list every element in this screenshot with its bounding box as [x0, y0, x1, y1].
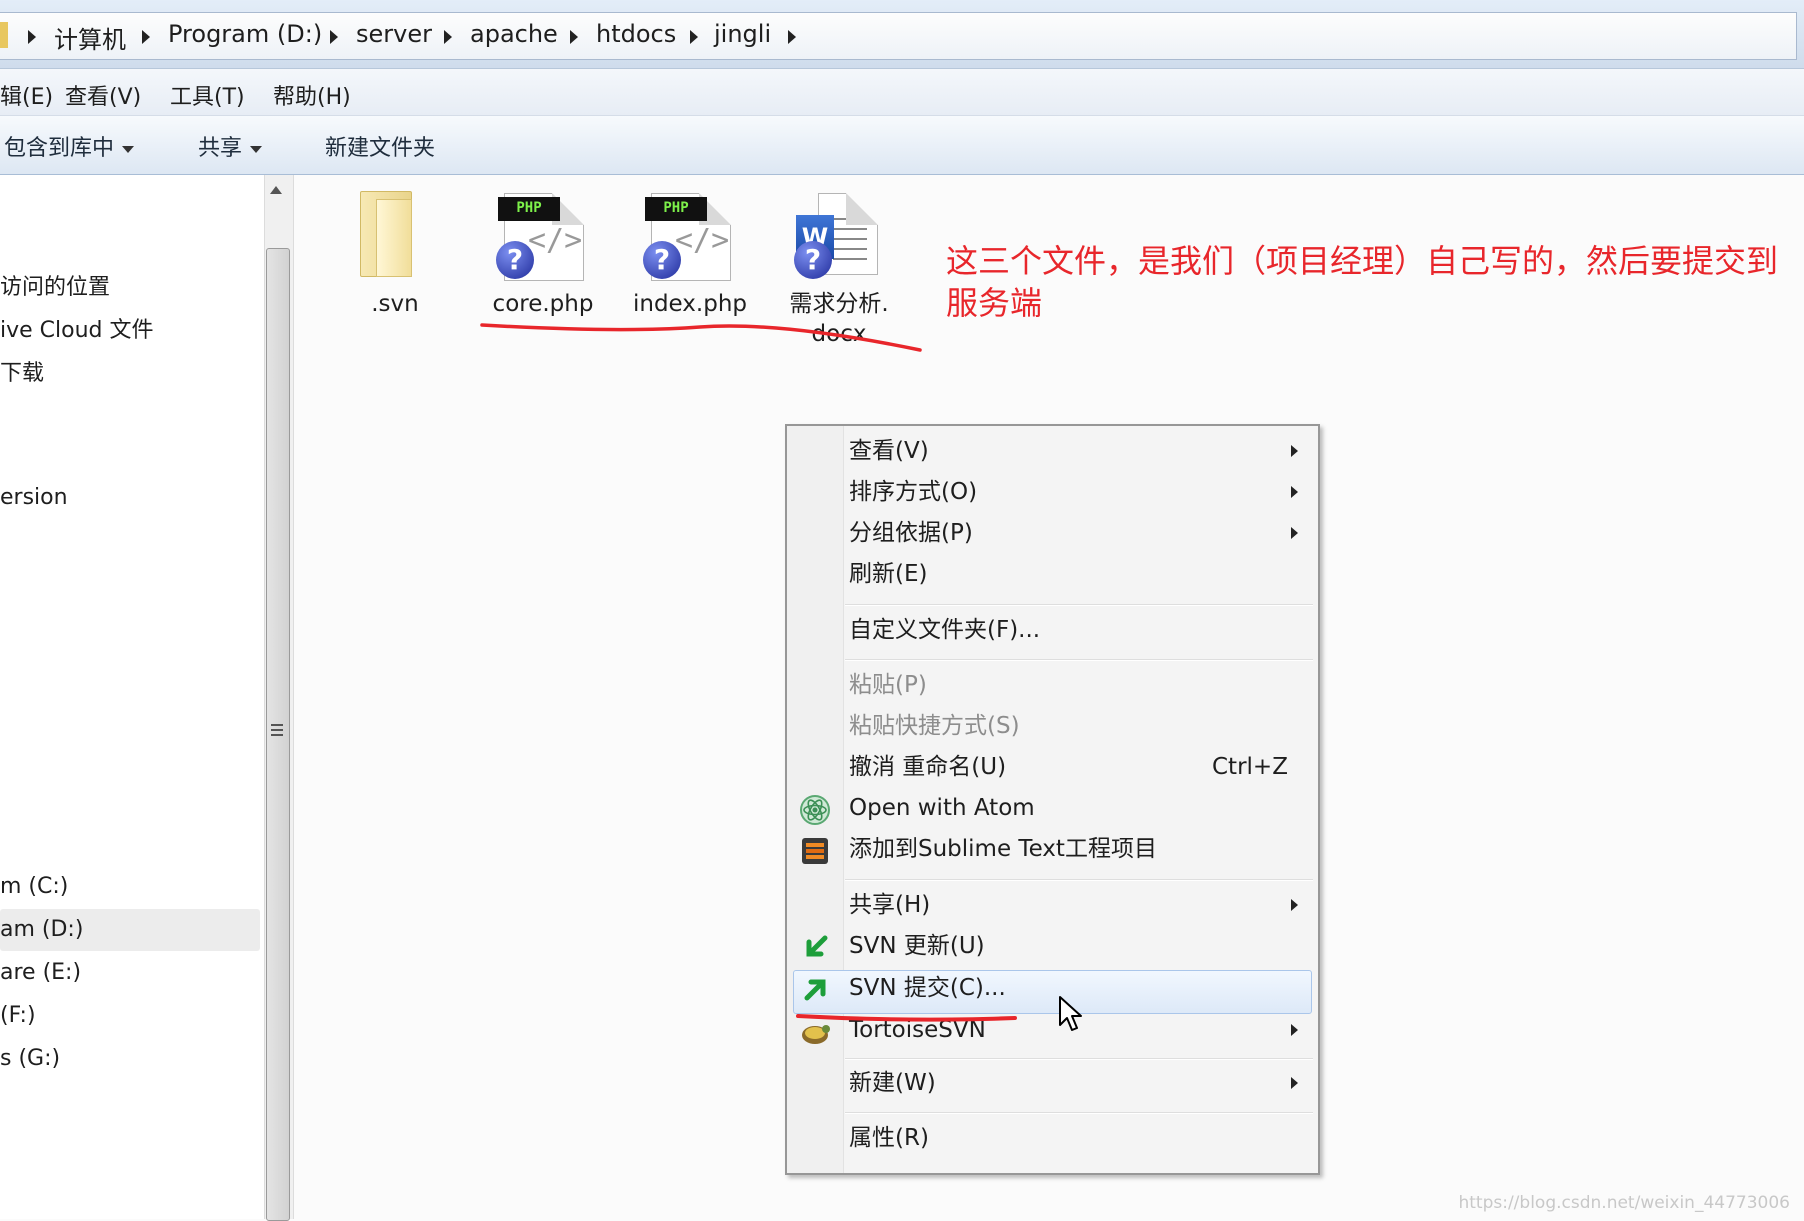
- nav-item-icloud-files[interactable]: ive Cloud 文件: [0, 312, 154, 344]
- menu-item-view[interactable]: 查看(V): [849, 436, 929, 466]
- chevron-right-icon[interactable]: [142, 30, 150, 44]
- dropdown-arrow-icon: [122, 145, 135, 153]
- breadcrumb-apache[interactable]: apache: [470, 20, 558, 48]
- menu-item-svn-commit[interactable]: SVN 提交(C)...: [849, 973, 1006, 1003]
- folder-icon: [330, 185, 460, 285]
- breadcrumb-computer[interactable]: 计算机: [54, 20, 126, 55]
- share-label: 共享: [198, 136, 243, 161]
- question-mark-icon: ?: [496, 241, 534, 279]
- nav-item-drive-g[interactable]: s (G:): [0, 1046, 60, 1071]
- chevron-right-icon[interactable]: [330, 30, 338, 44]
- menu-item-properties[interactable]: 属性(R): [849, 1123, 929, 1153]
- chevron-right-icon[interactable]: [788, 30, 796, 44]
- breadcrumb-jingli[interactable]: jingli: [714, 20, 771, 48]
- menu-separator: [845, 879, 1313, 881]
- chevron-right-icon[interactable]: [570, 30, 578, 44]
- menu-help[interactable]: 帮助(H): [273, 79, 351, 111]
- php-file-icon: PHP </> ?: [478, 185, 608, 285]
- sublime-text-icon: [799, 835, 831, 867]
- question-mark-icon: ?: [794, 241, 832, 279]
- menu-item-customize-folder[interactable]: 自定义文件夹(F)...: [849, 615, 1040, 645]
- menu-item-group[interactable]: 分组依据(P): [849, 518, 973, 548]
- watermark: https://blog.csdn.net/weixin_44773006: [1458, 1193, 1790, 1213]
- php-badge: PHP: [645, 197, 707, 221]
- svn-commit-icon: [799, 974, 831, 1006]
- mouse-cursor-icon: [1059, 996, 1082, 1031]
- menu-edit[interactable]: 辑(E): [0, 79, 53, 111]
- menu-item-open-with-atom[interactable]: Open with Atom: [849, 793, 1035, 823]
- php-badge: PHP: [498, 197, 560, 221]
- menu-item-new[interactable]: 新建(W): [849, 1068, 936, 1098]
- breadcrumb[interactable]: 计算机 Program (D:) server apache htdocs ji…: [0, 12, 1797, 60]
- annotation-note: 这三个文件，是我们（项目经理）自己写的，然后要提交到服务端: [946, 242, 1779, 322]
- menu-item-svn-update[interactable]: SVN 更新(U): [849, 931, 985, 961]
- nav-item-recent-places[interactable]: 访问的位置: [0, 269, 110, 301]
- breadcrumb-drive-d[interactable]: Program (D:): [168, 20, 322, 48]
- nav-item-drive-f[interactable]: (F:): [0, 1003, 36, 1028]
- menu-separator: [845, 659, 1313, 661]
- nav-item-downloads[interactable]: 下载: [0, 355, 44, 387]
- submenu-arrow-icon: [1291, 486, 1298, 498]
- file-core-php[interactable]: PHP </> ? core.php: [478, 185, 608, 319]
- submenu-arrow-icon: [1291, 527, 1298, 539]
- chevron-right-icon[interactable]: [28, 30, 36, 44]
- submenu-arrow-icon: [1291, 1077, 1298, 1089]
- menu-bar: 辑(E) 查看(V) 工具(T) 帮助(H): [0, 69, 1804, 116]
- file-index-php[interactable]: PHP </> ? index.php: [625, 185, 755, 319]
- question-mark-icon: ?: [643, 241, 681, 279]
- word-document-icon: W ?: [774, 185, 904, 285]
- menu-view[interactable]: 查看(V): [65, 79, 141, 111]
- atom-icon: [799, 794, 831, 826]
- navigation-pane: 访问的位置 ive Cloud 文件 下载 ersion m (C:) am (…: [0, 175, 264, 1219]
- new-folder-button[interactable]: 新建文件夹: [325, 130, 435, 162]
- nav-item-drive-d[interactable]: am (D:): [0, 917, 83, 942]
- grip-icon: [271, 724, 283, 738]
- file-label: .svn: [371, 291, 419, 317]
- menu-item-paste[interactable]: 粘贴(P): [849, 670, 927, 700]
- nav-item-drive-c[interactable]: m (C:): [0, 874, 68, 899]
- address-bar: 计算机 Program (D:) server apache htdocs ji…: [0, 0, 1804, 69]
- folder-icon: [0, 22, 8, 48]
- include-in-library-button[interactable]: 包含到库中: [4, 130, 135, 162]
- include-in-library-label: 包含到库中: [4, 136, 115, 161]
- menu-item-refresh[interactable]: 刷新(E): [849, 559, 927, 589]
- submenu-arrow-icon: [1291, 1024, 1298, 1036]
- menu-separator: [845, 1112, 1313, 1114]
- chevron-right-icon[interactable]: [444, 30, 452, 44]
- annotation-underline-files: [480, 323, 922, 352]
- context-menu: 查看(V) 排序方式(O) 分组依据(P) 刷新(E) 自定义文件夹(F)...…: [785, 424, 1320, 1175]
- share-button[interactable]: 共享: [198, 130, 263, 162]
- file-svn-folder[interactable]: .svn: [330, 185, 460, 319]
- command-toolbar: 包含到库中 共享 新建文件夹: [0, 116, 1804, 175]
- scroll-up-icon[interactable]: [270, 186, 282, 194]
- undo-shortcut-label: Ctrl+Z: [1212, 754, 1288, 780]
- svn-update-icon: [799, 932, 831, 964]
- breadcrumb-server[interactable]: server: [356, 20, 432, 48]
- chevron-right-icon[interactable]: [690, 30, 698, 44]
- menu-item-sort[interactable]: 排序方式(O): [849, 477, 977, 507]
- menu-tools[interactable]: 工具(T): [170, 79, 245, 111]
- breadcrumb-htdocs[interactable]: htdocs: [596, 20, 676, 48]
- menu-item-add-to-sublime[interactable]: 添加到Sublime Text工程项目: [849, 834, 1157, 864]
- php-file-icon: PHP </> ?: [625, 185, 755, 285]
- menu-item-paste-shortcut[interactable]: 粘贴快捷方式(S): [849, 711, 1020, 741]
- menu-item-share[interactable]: 共享(H): [849, 890, 930, 920]
- menu-separator: [845, 1058, 1313, 1060]
- nav-item-drive-e[interactable]: are (E:): [0, 960, 81, 985]
- submenu-arrow-icon: [1291, 899, 1298, 911]
- menu-separator: [845, 604, 1313, 606]
- dropdown-arrow-icon: [250, 145, 263, 153]
- nav-item-subversion[interactable]: ersion: [0, 485, 68, 510]
- menu-item-undo-rename[interactable]: 撤消 重命名(U): [849, 752, 1006, 782]
- submenu-arrow-icon: [1291, 445, 1298, 457]
- annotation-underline-svn-commit: [796, 1014, 1017, 1022]
